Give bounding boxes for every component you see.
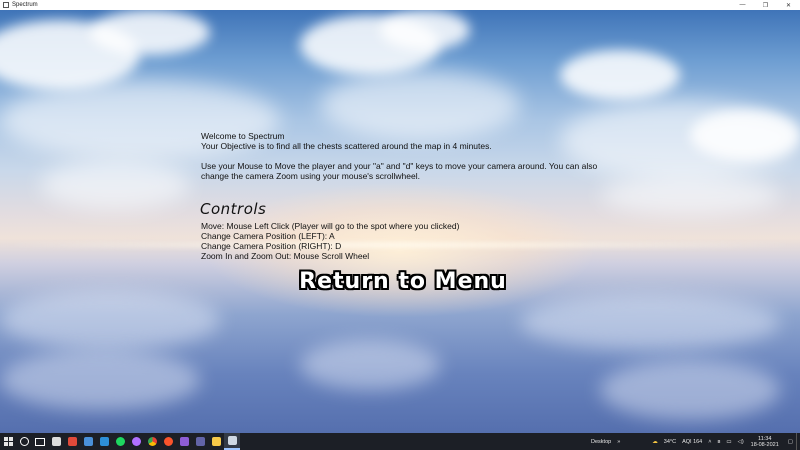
weather-icon: ☁ xyxy=(652,438,658,445)
brave-icon xyxy=(163,437,173,446)
cloud-reflection xyxy=(520,295,780,350)
search-icon xyxy=(19,437,29,446)
aqi-indicator[interactable]: AQI 164 xyxy=(682,439,702,445)
calendar-icon xyxy=(67,437,77,446)
taskbar-app-vscode[interactable] xyxy=(96,433,112,450)
system-tray: Desktop » ☁ 34°C AQI 164 ˄ ʙ ▭ ◁) 11:34 … xyxy=(588,433,800,450)
notifications-icon[interactable]: ▢ xyxy=(788,439,793,445)
control-item-move: Move: Mouse Left Click (Player will go t… xyxy=(201,221,460,231)
cloud xyxy=(600,175,780,215)
return-to-menu-button[interactable]: Return to Menu xyxy=(298,266,508,296)
taskbar-app-chrome[interactable] xyxy=(144,433,160,450)
controls-heading: Controls xyxy=(200,200,267,218)
taskbar-app-task-view[interactable] xyxy=(32,433,48,450)
control-item-camera-left: Change Camera Position (LEFT): A xyxy=(201,231,335,241)
taskbar-app-editor[interactable] xyxy=(80,433,96,450)
clock[interactable]: 11:34 18-08-2021 xyxy=(751,436,779,448)
window-titlebar[interactable]: Spectrum — ❐ ✕ xyxy=(0,0,800,10)
cloud xyxy=(90,10,210,55)
taskbar-app-visual-studio[interactable] xyxy=(176,433,192,450)
clock-date: 18-08-2021 xyxy=(750,441,779,448)
weather-temperature[interactable]: 34°C xyxy=(664,439,676,445)
cloud xyxy=(380,10,470,50)
spotify-icon xyxy=(115,437,125,446)
instructions-text: Welcome to Spectrum Your Objective is to… xyxy=(201,131,621,181)
taskbar-app-calendar[interactable] xyxy=(64,433,80,450)
app-icon xyxy=(3,2,9,8)
taskbar-app-spectrum[interactable] xyxy=(224,433,240,450)
close-button[interactable]: ✕ xyxy=(777,2,800,9)
cloud-reflection xyxy=(600,360,780,420)
control-item-camera-right: Change Camera Position (RIGHT): D xyxy=(201,241,342,251)
taskbar-app-brave[interactable] xyxy=(160,433,176,450)
file-explorer-icon xyxy=(211,437,221,446)
editor-icon xyxy=(83,437,93,446)
desktop-toolbar[interactable]: Desktop xyxy=(591,439,611,445)
network-icon[interactable]: ▭ xyxy=(726,439,731,445)
cloud xyxy=(320,70,520,140)
taskbar-app-spotify[interactable] xyxy=(112,433,128,450)
control-item-zoom: Zoom In and Zoom Out: Mouse Scroll Wheel xyxy=(201,251,370,261)
visual-studio-icon xyxy=(179,437,189,446)
cloud-reflection xyxy=(300,340,440,390)
show-hidden-icons-icon[interactable]: ˄ xyxy=(708,439,711,445)
start-button[interactable] xyxy=(0,433,16,450)
taskbar-app-unity[interactable] xyxy=(48,433,64,450)
show-desktop-button[interactable] xyxy=(796,433,800,450)
unity-icon xyxy=(51,437,61,446)
cloud-reflection xyxy=(0,350,200,410)
taskbar-app-search[interactable] xyxy=(16,433,32,450)
taskbar: Desktop » ☁ 34°C AQI 164 ˄ ʙ ▭ ◁) 11:34 … xyxy=(0,433,800,450)
spectrum-app-icon xyxy=(227,436,237,445)
taskbar-app-teams[interactable] xyxy=(192,433,208,450)
cloud xyxy=(40,160,190,210)
cloud-reflection xyxy=(0,290,220,350)
bluetooth-icon[interactable]: ʙ xyxy=(717,439,720,445)
window-title: Spectrum xyxy=(12,2,38,8)
welcome-text: Welcome to Spectrum xyxy=(201,131,285,141)
chrome-icon xyxy=(147,437,157,446)
cloud xyxy=(690,110,800,160)
teams-icon xyxy=(195,437,205,446)
windows-logo-icon xyxy=(3,437,13,446)
github-icon xyxy=(131,437,141,446)
vscode-icon xyxy=(99,437,109,446)
controls-list: Move: Mouse Left Click (Player will go t… xyxy=(201,221,561,261)
movement-text-line-2: change the camera Zoom using your mouse'… xyxy=(201,171,420,181)
maximize-button[interactable]: ❐ xyxy=(754,2,777,9)
toolbar-overflow-icon[interactable]: » xyxy=(617,439,620,445)
taskbar-app-file-explorer[interactable] xyxy=(208,433,224,450)
taskbar-app-github[interactable] xyxy=(128,433,144,450)
volume-icon[interactable]: ◁) xyxy=(738,439,744,445)
minimize-button[interactable]: — xyxy=(731,2,754,8)
objective-text: Your Objective is to find all the chests… xyxy=(201,141,492,151)
task-view-icon xyxy=(35,437,45,446)
movement-text-line-1: Use your Mouse to Move the player and yo… xyxy=(201,161,598,171)
cloud xyxy=(560,50,680,100)
